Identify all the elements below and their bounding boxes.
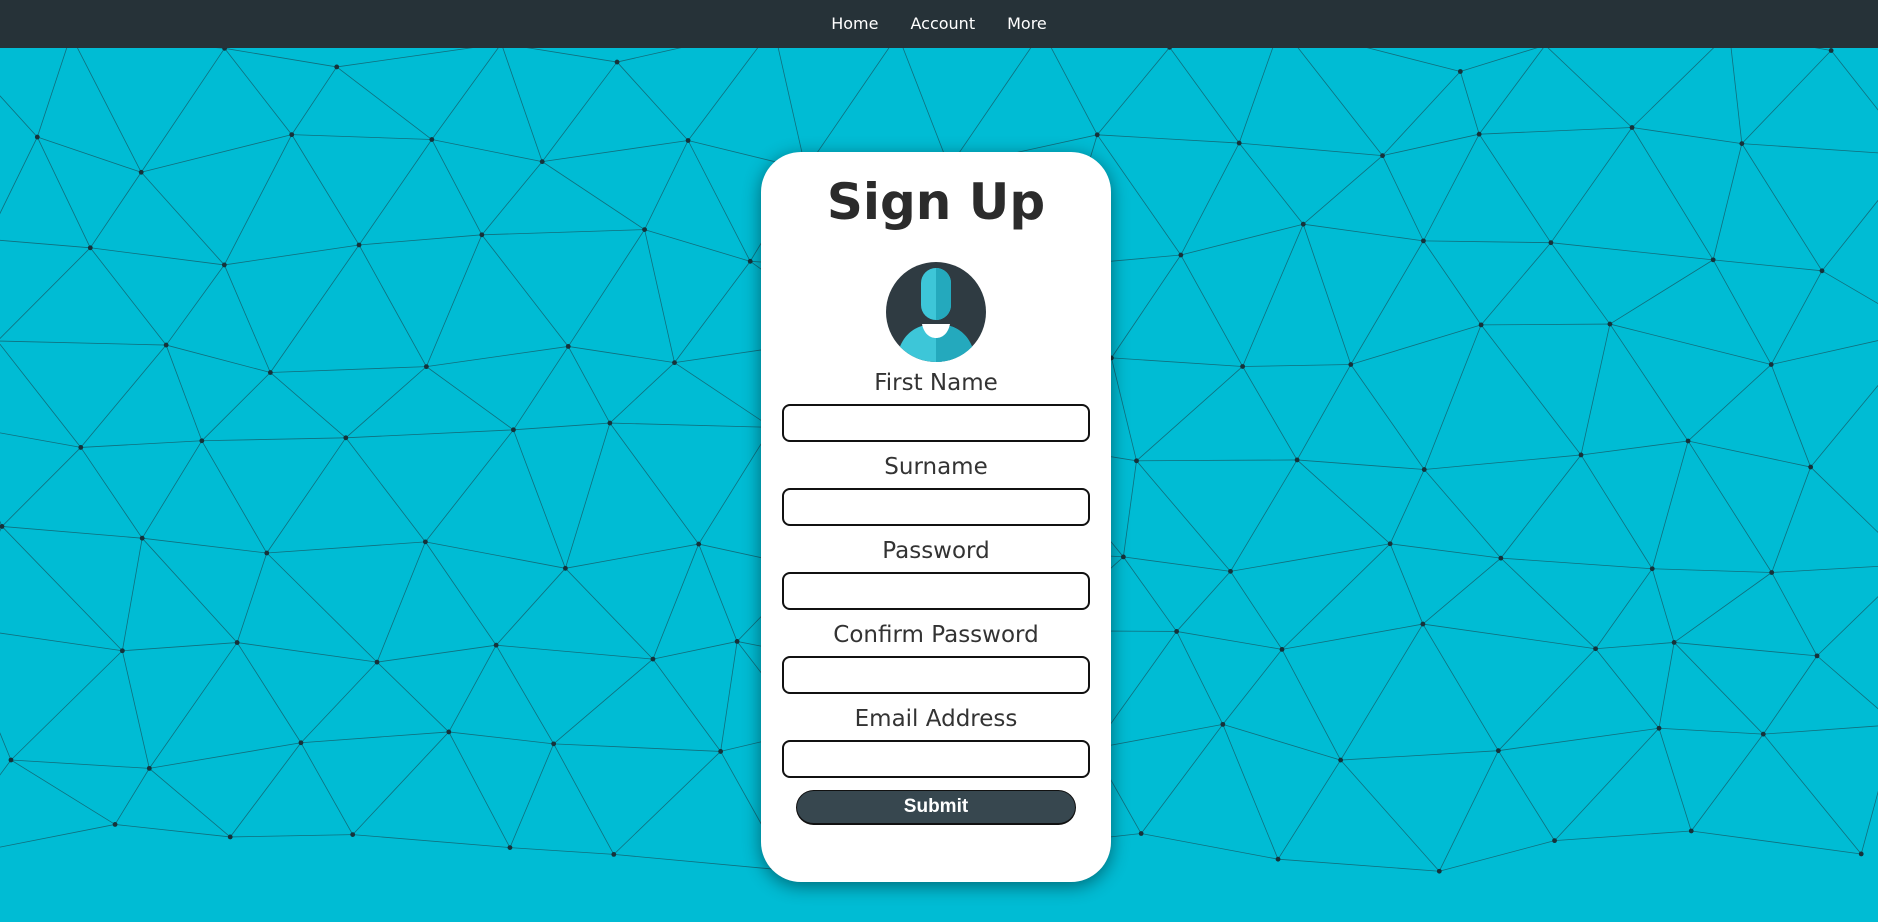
top-navbar: Home Account More <box>0 0 1878 48</box>
first-name-label: First Name <box>874 370 998 396</box>
signup-card: Sign Up First Name Surname Password Conf… <box>761 152 1111 882</box>
confirm-password-input[interactable] <box>782 656 1090 694</box>
nav-more-link[interactable]: More <box>1007 2 1047 46</box>
nav-account-link[interactable]: Account <box>910 2 975 46</box>
nav-home-link[interactable]: Home <box>831 2 878 46</box>
surname-input[interactable] <box>782 488 1090 526</box>
page-title: Sign Up <box>826 173 1046 231</box>
email-address-label: Email Address <box>854 706 1018 732</box>
password-label: Password <box>882 538 990 564</box>
surname-label: Surname <box>884 454 988 480</box>
email-address-input[interactable] <box>782 740 1090 778</box>
confirm-password-label: Confirm Password <box>833 622 1039 648</box>
password-input[interactable] <box>782 572 1090 610</box>
submit-button[interactable]: Submit <box>796 790 1076 825</box>
first-name-input[interactable] <box>782 404 1090 442</box>
user-avatar-icon <box>886 262 986 362</box>
